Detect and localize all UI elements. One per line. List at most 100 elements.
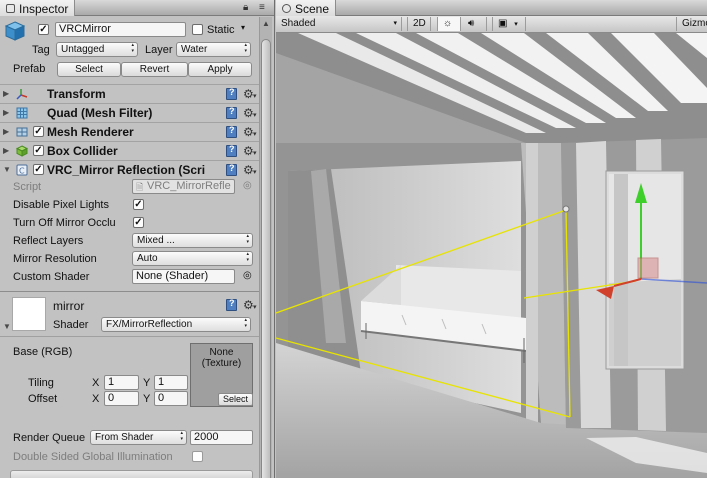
gizmos-dropdown[interactable]: Gizmo [676, 17, 707, 31]
offset-x-field[interactable]: 0 [104, 391, 139, 406]
mesh-filter-title: Quad (Mesh Filter) [47, 106, 153, 120]
box-collider-title: Box Collider [47, 144, 118, 158]
object-picker-icon[interactable]: ◎ [243, 270, 252, 281]
component-transform[interactable]: ▶ Transform ⚙︎ [0, 84, 260, 103]
material-name: mirror [53, 299, 85, 313]
component-mesh-filter[interactable]: ▶ Quad (Mesh Filter) ⚙︎ [0, 103, 260, 122]
object-name-field[interactable]: VRCMirror [55, 22, 186, 37]
mesh-filter-grid-icon [16, 107, 28, 119]
render-queue-label: Render Queue [13, 432, 86, 444]
disable-pixel-lights-checkbox[interactable]: ✓ [133, 199, 144, 210]
inspector-tab-label: Inspector [19, 1, 69, 16]
mesh-renderer-title: Mesh Renderer [47, 125, 134, 139]
disable-pixel-lights-label: Disable Pixel Lights [13, 199, 109, 211]
render-queue-dropdown[interactable]: From Shader [90, 430, 187, 445]
scene-viewport[interactable] [276, 33, 707, 478]
tiling-y-field[interactable]: 1 [154, 375, 188, 390]
lighting-toggle[interactable]: ☼ [437, 17, 461, 31]
static-checkbox[interactable] [192, 24, 203, 35]
box-collider-enabled-checkbox[interactable]: ✓ [33, 145, 44, 156]
effects-toggle[interactable]: ▣ ▾ [492, 17, 526, 31]
render-queue-field[interactable]: 2000 [190, 430, 253, 445]
chevron-down-icon: ▾ [514, 21, 518, 28]
offset-x-label: X [92, 393, 100, 405]
shading-mode-dropdown[interactable]: Shaded ▾ [276, 17, 402, 31]
lock-icon[interactable]: 🔒︎ [243, 2, 248, 13]
panel-menu-icon[interactable]: ≡ [259, 2, 265, 13]
inspector-scrollbar[interactable]: ▲ [259, 17, 272, 478]
mirror-enabled-checkbox[interactable]: ✓ [33, 164, 44, 175]
gear-icon[interactable]: ⚙︎ [243, 299, 256, 314]
sun-icon: ☼ [443, 18, 453, 29]
gear-icon[interactable]: ⚙︎ [243, 126, 256, 141]
shading-mode-label: Shaded [281, 18, 316, 29]
static-label: Static [207, 24, 235, 36]
double-sided-gi-label: Double Sided Global Illumination [13, 451, 173, 463]
shader-dropdown[interactable]: FX/MirrorReflection [101, 317, 251, 332]
foldout-expanded-icon[interactable]: ▼ [3, 165, 11, 174]
help-book-icon[interactable] [226, 125, 237, 138]
scene-tab-label: Scene [295, 1, 330, 16]
gear-icon[interactable]: ⚙︎ [243, 145, 256, 160]
foldout-collapsed-icon[interactable]: ▶ [3, 108, 9, 117]
speaker-icon: 🔊︎ [468, 18, 475, 29]
help-book-icon[interactable] [226, 163, 237, 176]
foldout-collapsed-icon[interactable]: ▶ [3, 89, 9, 98]
tag-dropdown[interactable]: Untagged [56, 42, 138, 57]
component-box-collider[interactable]: ▶ ✓ Box Collider ⚙︎ [0, 141, 260, 160]
gear-icon[interactable]: ⚙︎ [243, 164, 256, 179]
script-field: 🗎︎ VRC_MirrorRefle [132, 179, 235, 194]
mode-2d-toggle[interactable]: 2D [407, 17, 431, 31]
scene-render [276, 33, 707, 478]
prefab-label: Prefab [13, 63, 46, 75]
gear-icon[interactable]: ⚙︎ [243, 107, 256, 122]
offset-y-field[interactable]: 0 [154, 391, 188, 406]
reflect-layers-dropdown[interactable]: Mixed ... [132, 233, 253, 248]
material-props-divider [0, 336, 260, 337]
static-dropdown-icon[interactable]: ▾ [241, 23, 245, 32]
prefab-revert-button[interactable]: Revert [121, 62, 188, 77]
scrollbar-thumb[interactable] [261, 39, 271, 478]
foldout-collapsed-icon[interactable]: ▶ [3, 127, 9, 136]
mesh-renderer-enabled-checkbox[interactable]: ✓ [33, 126, 44, 137]
scene-toolbar: Shaded ▾ 2D ☼ 🔊︎ ▣ ▾ Gizmo [276, 16, 707, 33]
object-picker-icon: ◎ [243, 180, 252, 191]
mirror-resolution-label: Mirror Resolution [13, 253, 97, 265]
shader-label: Shader [53, 319, 89, 331]
scene-tab-icon [282, 4, 291, 13]
mirror-resolution-dropdown[interactable]: Auto [132, 251, 253, 266]
foldout-collapsed-icon[interactable]: ▶ [3, 146, 9, 155]
help-book-icon[interactable] [226, 144, 237, 157]
scroll-up-icon[interactable]: ▲ [261, 19, 271, 29]
add-component-button[interactable] [10, 470, 253, 478]
scene-tabbar: Scene [276, 0, 707, 16]
tab-scene[interactable]: Scene [276, 0, 337, 16]
component-vrc-mirror-reflection[interactable]: ▼ C ✓ VRC_Mirror Reflection (Scri ⚙︎ [0, 160, 260, 179]
texture-type-label: (Texture) [201, 358, 242, 369]
layer-dropdown[interactable]: Water [176, 42, 251, 57]
help-book-icon[interactable] [226, 106, 237, 119]
component-mesh-renderer[interactable]: ▶ ✓ Mesh Renderer ⚙︎ [0, 122, 260, 141]
texture-slot[interactable]: None (Texture) Select [190, 343, 253, 407]
help-book-icon[interactable] [226, 87, 237, 100]
turn-off-occlusion-checkbox[interactable]: ✓ [133, 217, 144, 228]
base-rgb-label: Base (RGB) [13, 346, 73, 358]
prefab-select-button[interactable]: Select [57, 62, 121, 77]
tiling-label: Tiling [28, 377, 54, 389]
audio-toggle[interactable]: 🔊︎ [463, 17, 487, 31]
gear-icon[interactable]: ⚙︎ [243, 88, 256, 103]
script-file-icon: 🗎︎ [136, 182, 144, 192]
tab-inspector[interactable]: Inspector [0, 0, 76, 16]
texture-select-button[interactable]: Select [218, 393, 253, 406]
prefab-apply-button[interactable]: Apply [188, 62, 252, 77]
script-value: VRC_MirrorRefle [147, 180, 231, 192]
help-book-icon[interactable] [226, 298, 237, 311]
transform-axes-icon [16, 89, 28, 100]
selection-handle[interactable] [562, 205, 570, 213]
mesh-renderer-icon [16, 127, 28, 137]
material-foldout-icon[interactable]: ▼ [3, 322, 11, 331]
custom-shader-field[interactable]: None (Shader) [132, 269, 235, 284]
active-checkbox[interactable]: ✓ [38, 24, 49, 35]
tiling-x-field[interactable]: 1 [104, 375, 139, 390]
mirror-title: VRC_Mirror Reflection (Scri [47, 163, 206, 177]
